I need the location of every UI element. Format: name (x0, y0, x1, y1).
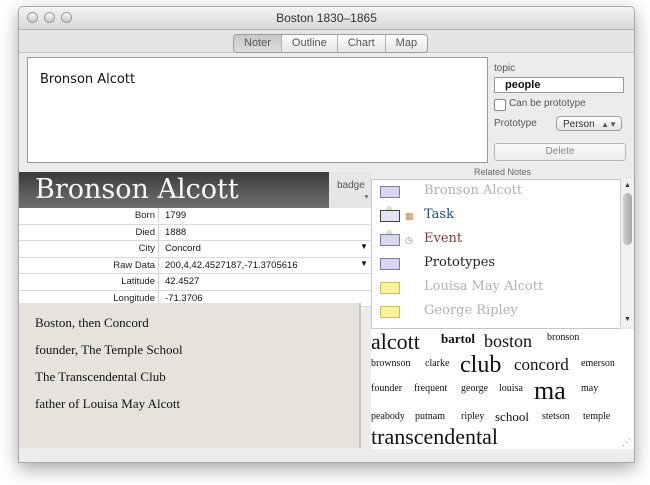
calendar-icon: ▦ (405, 211, 414, 221)
cloud-word[interactable]: bartol (441, 331, 475, 347)
delete-button[interactable]: Delete (494, 143, 626, 161)
attribute-value[interactable]: 1799 (165, 208, 186, 223)
related-notes-header: Related Notes (473, 167, 532, 177)
word-cloud: alcott bartol boston bronson brownson cl… (371, 329, 634, 449)
attribute-row: Latitude 42.4527 (19, 274, 371, 291)
attribute-table: Born 1799 Died 1888 City Concord ▼ Raw D… (19, 208, 371, 307)
resize-grip-icon[interactable]: ⋰ (622, 437, 632, 447)
attribute-name: Born (19, 208, 159, 223)
related-notes-scrollbar[interactable]: ▲ ▼ (620, 179, 634, 327)
can-be-prototype-checkbox[interactable] (494, 99, 506, 111)
related-note-item[interactable]: Bronson Alcott (372, 180, 621, 204)
related-note-label: Task (424, 207, 454, 222)
dropdown-arrow-icon[interactable]: ▼ (360, 242, 368, 251)
dropdown-arrow-icon[interactable]: ▼ (360, 259, 368, 268)
view-tabs: Noter Outline Chart Map (233, 34, 429, 53)
cloud-word[interactable]: bronson (547, 332, 579, 343)
related-note-item[interactable]: Louisa May Alcott (372, 276, 621, 300)
chevron-down-icon[interactable]: ▼ (363, 194, 370, 201)
attribute-value[interactable]: 42.4527 (165, 274, 199, 289)
note-icon (380, 282, 400, 294)
cloud-word[interactable]: may (581, 383, 598, 394)
cloud-word[interactable]: school (495, 409, 529, 425)
tab-chart[interactable]: Chart (338, 35, 386, 52)
related-note-label: George Ripley (424, 303, 518, 318)
toolbar: Noter Outline Chart Map (19, 30, 634, 53)
attribute-value[interactable]: Concord (165, 241, 201, 256)
related-notes-list: Bronson Alcott ▦ Task ◷ Event Prototypes… (371, 179, 622, 329)
attribute-name: Raw Data (19, 257, 159, 273)
prototype-select-value: Person (563, 119, 595, 130)
cloud-word[interactable]: stetson (542, 411, 570, 422)
related-note-item[interactable]: ▦ Task (372, 204, 621, 228)
topic-label: topic (494, 63, 516, 74)
note-icon (380, 210, 400, 222)
updown-arrows-icon: ▲▼ (601, 120, 617, 129)
related-note-item[interactable]: ◷ Event (372, 228, 621, 252)
note-icon (380, 306, 400, 318)
scroll-down-icon[interactable]: ▼ (624, 316, 631, 323)
cloud-word[interactable]: transcendental (371, 424, 498, 450)
app-window: Boston 1830–1865 Noter Outline Chart Map… (18, 6, 635, 463)
notes-line: Boston, then Concord (35, 315, 149, 330)
note-text-preview[interactable]: Boston, then Concord founder, The Temple… (19, 303, 361, 448)
cloud-word[interactable]: brownson (371, 358, 410, 369)
cloud-word[interactable]: club (460, 352, 501, 379)
cloud-word[interactable]: boston (484, 331, 532, 352)
related-note-label: Event (424, 231, 463, 246)
tab-noter[interactable]: Noter (234, 35, 282, 52)
related-note-label: Bronson Alcott (424, 183, 523, 198)
related-note-item[interactable]: George Ripley (372, 300, 621, 324)
related-note-label: Louisa May Alcott (424, 279, 544, 294)
cloud-word[interactable]: ma (534, 376, 566, 406)
topic-field[interactable]: people (494, 77, 624, 93)
cloud-word[interactable]: founder (371, 383, 402, 394)
cloud-word[interactable]: peabody (371, 411, 405, 422)
window-title: Boston 1830–1865 (276, 11, 377, 25)
attribute-row: Born 1799 (19, 208, 371, 225)
note-icon (380, 234, 400, 246)
clock-icon: ◷ (405, 235, 413, 245)
inspector-panel: topic people Can be prototype Prototype … (489, 57, 629, 167)
cloud-word[interactable]: concord (514, 355, 569, 375)
notes-line: founder, The Temple School (35, 342, 183, 357)
attribute-row: City Concord ▼ (19, 241, 371, 258)
badge-label: badge (337, 180, 365, 191)
cloud-word[interactable]: putnam (415, 411, 445, 422)
tab-map[interactable]: Map (386, 35, 427, 52)
attribute-name: City (19, 241, 159, 256)
attribute-value[interactable]: 200,4,42.4527187,-71.3705616 (165, 258, 298, 273)
cloud-word[interactable]: ripley (461, 411, 484, 422)
note-icon (380, 258, 400, 270)
attribute-value[interactable]: 1888 (165, 225, 186, 240)
related-note-label: Prototypes (424, 255, 496, 270)
tab-outline[interactable]: Outline (282, 35, 338, 52)
cloud-word[interactable]: temple (583, 411, 610, 422)
prototype-select[interactable]: Person ▲▼ (556, 116, 622, 131)
prototype-label: Prototype (494, 118, 537, 129)
attribute-row: Raw Data 200,4,42.4527187,-71.3705616 ▼ (19, 257, 371, 274)
cloud-word[interactable]: frequent (414, 383, 447, 394)
note-text-editor[interactable]: Bronson Alcott (27, 57, 488, 163)
attribute-name: Latitude (19, 274, 159, 289)
note-icon (380, 186, 400, 198)
cloud-word[interactable]: emerson (581, 358, 615, 369)
note-text: Bronson Alcott (40, 72, 136, 87)
cloud-word[interactable]: george (461, 383, 488, 394)
attribute-row: Died 1888 (19, 224, 371, 241)
notes-line: father of Louisa May Alcott (35, 396, 181, 411)
cloud-word[interactable]: alcott (371, 329, 420, 355)
notes-line: The Transcendental Club (35, 369, 166, 384)
cloud-word[interactable]: clarke (425, 358, 449, 369)
related-note-item[interactable]: Prototypes (372, 252, 621, 276)
note-title-banner: Bronson Alcott (19, 172, 329, 208)
scroll-up-icon[interactable]: ▲ (624, 182, 631, 189)
attribute-name: Died (19, 224, 159, 240)
can-be-prototype-label: Can be prototype (509, 98, 586, 109)
badge-area[interactable]: badge ▼ (329, 172, 371, 208)
cloud-word[interactable]: louisa (499, 383, 523, 394)
scroll-thumb[interactable] (623, 193, 632, 245)
title-bar: Boston 1830–1865 (19, 7, 634, 30)
